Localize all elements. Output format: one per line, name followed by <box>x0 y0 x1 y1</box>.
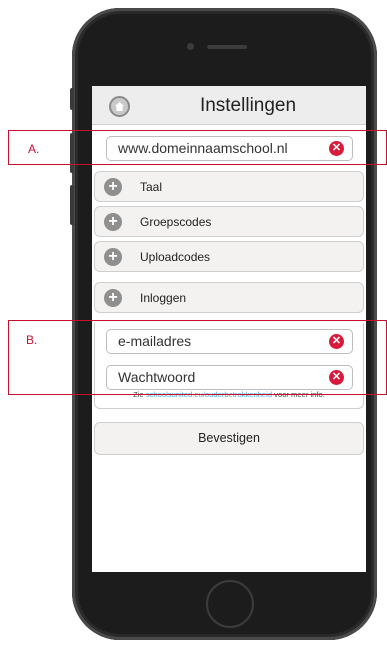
plus-icon: + <box>104 248 122 266</box>
plus-icon: + <box>104 289 122 307</box>
earpiece-speaker <box>207 45 247 49</box>
plus-icon: + <box>104 178 122 196</box>
mute-switch <box>70 88 74 110</box>
section-taal[interactable]: + Taal <box>94 171 364 202</box>
section-groepscodes[interactable]: + Groepscodes <box>94 206 364 237</box>
annotation-label-a: A. <box>28 142 40 156</box>
confirm-button[interactable]: Bevestigen <box>94 422 364 455</box>
annotation-box-b <box>8 320 387 395</box>
front-camera <box>187 43 194 50</box>
annotation-label-b: B. <box>26 333 38 347</box>
section-label: Uploadcodes <box>140 250 211 264</box>
home-button[interactable] <box>206 580 254 628</box>
section-label: Taal <box>140 180 163 194</box>
section-uploadcodes[interactable]: + Uploadcodes <box>94 241 364 272</box>
plus-icon: + <box>104 213 122 231</box>
volume-down-button <box>70 185 74 225</box>
section-label: Groepscodes <box>140 215 212 229</box>
annotation-box-a <box>8 130 387 165</box>
app-header: Instellingen <box>92 86 366 125</box>
section-label: Inloggen <box>140 291 187 305</box>
section-inloggen[interactable]: + Inloggen <box>94 282 364 313</box>
page-title: Instellingen <box>199 95 297 116</box>
